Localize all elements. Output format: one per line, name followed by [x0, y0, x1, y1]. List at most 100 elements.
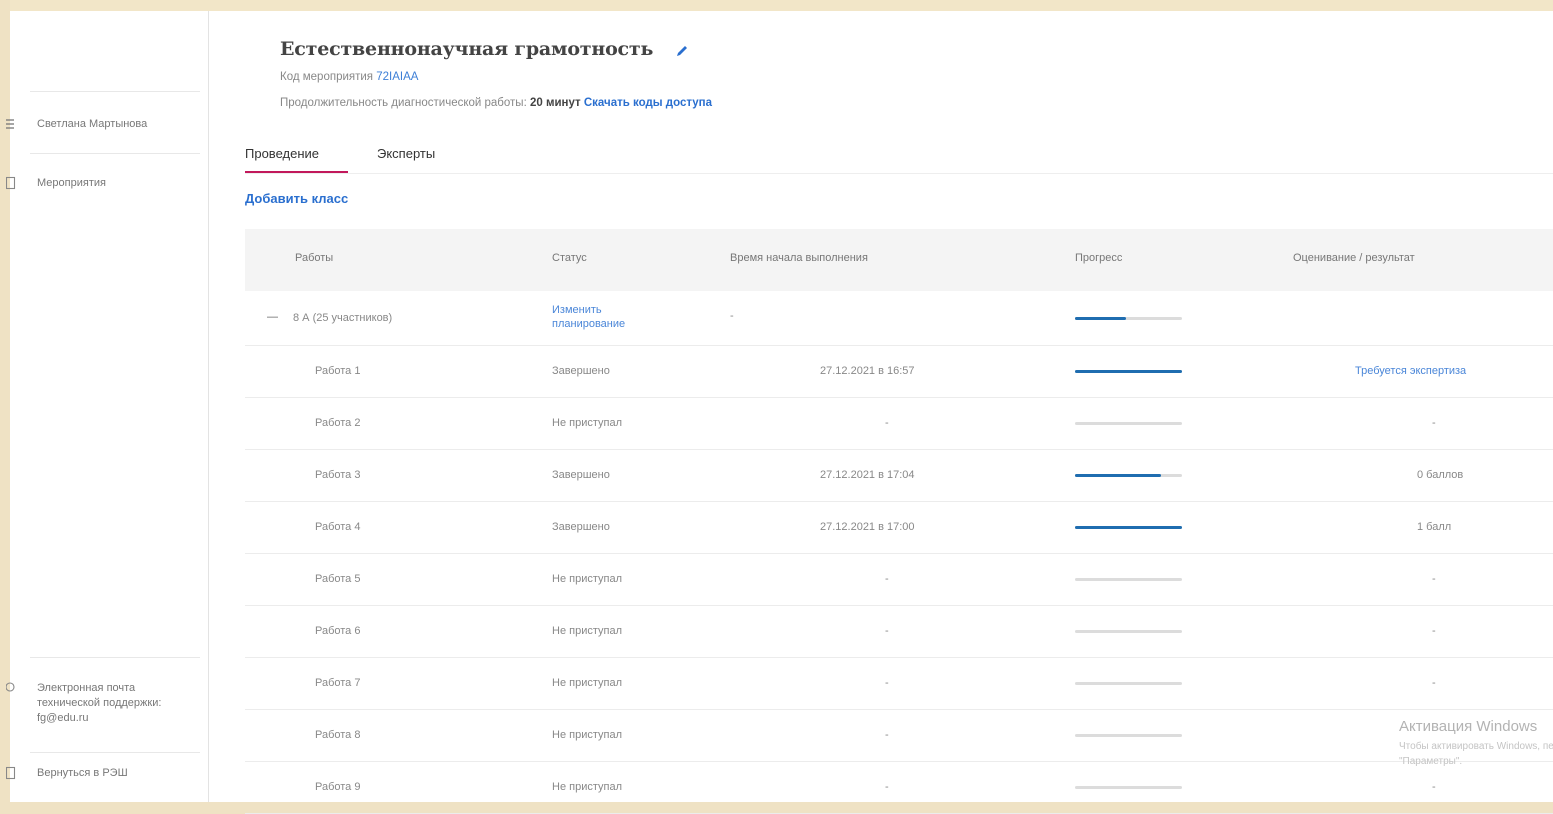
- sidebar-item-label: Мероприятия: [37, 177, 106, 189]
- progress-bar: [1075, 474, 1182, 477]
- result-value: -: [1432, 417, 1436, 429]
- progress-bar: [1075, 734, 1182, 737]
- event-code-line: Код мероприятия 72IAIAA: [280, 71, 418, 83]
- table-row[interactable]: Работа 7 Не приступал - -: [245, 658, 1553, 710]
- table-header: Работы Статус Время начала выполнения Пр…: [245, 229, 1553, 291]
- tabs-divider: [245, 173, 1553, 174]
- activation-watermark-line: "Параметры".: [1399, 756, 1463, 767]
- download-codes-link[interactable]: Скачать коды доступа: [584, 97, 712, 109]
- work-name: Работа 3: [315, 469, 361, 481]
- progress-fill: [1075, 317, 1127, 320]
- sidebar: Светлана Мартынова Мероприятия Электронн…: [6, 11, 209, 802]
- progress-bar: [1075, 578, 1182, 581]
- work-status: Не приступал: [552, 625, 622, 637]
- sidebar-divider: [30, 91, 200, 92]
- start-time: -: [730, 310, 734, 322]
- calendar-icon: [6, 176, 16, 190]
- table-row[interactable]: Работа 9 Не приступал - -: [245, 762, 1553, 814]
- progress-fill: [1075, 526, 1182, 529]
- work-status: Не приступал: [552, 417, 622, 429]
- work-status: Завершено: [552, 365, 610, 377]
- duration-value: 20 минут: [529, 97, 581, 109]
- work-name: Работа 4: [315, 521, 361, 533]
- duration-label: Продолжительность диагностической работы…: [280, 97, 527, 109]
- column-header: Работы: [295, 252, 334, 264]
- work-status: Не приступал: [552, 729, 622, 741]
- result-value: -: [1432, 625, 1436, 637]
- result-value: -: [1432, 677, 1436, 689]
- table-row[interactable]: Работа 8 Не приступал -: [245, 710, 1553, 762]
- start-time: 27.12.2021 в 16:57: [820, 365, 915, 377]
- start-time: -: [885, 677, 889, 689]
- result-value: -: [1432, 573, 1436, 585]
- work-name: Работа 7: [315, 677, 361, 689]
- start-time: 27.12.2021 в 17:04: [820, 469, 915, 481]
- page-title: Естественнонаучная грамотность: [280, 38, 654, 60]
- result-value: 0 баллов: [1417, 469, 1464, 481]
- main-content: Естественнонаучная грамотность Код мероп…: [209, 11, 1553, 814]
- result-value: -: [1432, 781, 1436, 793]
- sidebar-divider: [30, 153, 200, 154]
- event-code-label: Код мероприятия: [280, 71, 374, 83]
- progress-bar: [1075, 682, 1182, 685]
- work-name: Работа 6: [315, 625, 361, 637]
- result-value: 1 балл: [1417, 521, 1452, 533]
- back-icon: [6, 766, 16, 780]
- add-class-link[interactable]: Добавить класс: [245, 191, 348, 206]
- change-schedule-link[interactable]: Изменить планирование: [552, 303, 632, 331]
- work-status: Не приступал: [552, 573, 622, 585]
- table-row[interactable]: Работа 3 Завершено 27.12.2021 в 17:04 0 бал…: [245, 450, 1553, 502]
- progress-bar: [1075, 422, 1182, 425]
- start-time: -: [885, 729, 889, 741]
- mail-icon: [6, 682, 15, 692]
- table-row[interactable]: Работа 5 Не приступал - -: [245, 554, 1553, 606]
- work-status: Завершено: [552, 521, 610, 533]
- progress-bar: [1075, 786, 1182, 789]
- column-header: Статус: [552, 252, 587, 264]
- activation-watermark-line: Чтобы активировать Windows, перейдите в …: [1399, 741, 1553, 752]
- column-header: Время начала выполнения: [730, 252, 868, 264]
- column-header: Оценивание / результат: [1293, 252, 1415, 264]
- work-name: Работа 2: [315, 417, 361, 429]
- work-name: Работа 8: [315, 729, 361, 741]
- table-row[interactable]: Работа 2 Не приступал - -: [245, 398, 1553, 450]
- table-row[interactable]: Работа 6 Не приступал - -: [245, 606, 1553, 658]
- table-row-group[interactable]: — 8 А (25 участников) Изменить планирова…: [245, 291, 1553, 346]
- column-header: Прогресс: [1075, 252, 1123, 264]
- start-time: 27.12.2021 в 17:00: [820, 521, 915, 533]
- duration-line: Продолжительность диагностической работы…: [280, 97, 712, 109]
- page-frame-top: [0, 0, 1553, 11]
- work-status: Не приступал: [552, 677, 622, 689]
- table-row[interactable]: Работа 1 Завершено 27.12.2021 в 16:57 Требу…: [245, 346, 1553, 398]
- start-time: -: [885, 625, 889, 637]
- event-code-value[interactable]: 72IAIAA: [376, 71, 418, 83]
- start-time: -: [885, 573, 889, 585]
- sidebar-divider: [30, 657, 200, 658]
- progress-bar: [1075, 526, 1182, 529]
- progress-bar: [1075, 317, 1182, 320]
- tab-conduct[interactable]: Проведение: [245, 146, 319, 161]
- user-name: Светлана Мартынова: [37, 118, 148, 130]
- work-status: Завершено: [552, 469, 610, 481]
- support-text: Электронная почта технической поддержки:…: [37, 682, 162, 724]
- progress-bar: [1075, 630, 1182, 633]
- progress-fill: [1075, 474, 1161, 477]
- start-time: -: [885, 417, 889, 429]
- work-name: Работа 5: [315, 573, 361, 585]
- group-name: 8 А (25 участников): [293, 312, 393, 324]
- expertise-link[interactable]: Требуется экспертиза: [1355, 365, 1466, 377]
- work-status: Не приступал: [552, 781, 622, 793]
- work-name: Работа 1: [315, 365, 361, 377]
- table-row[interactable]: Работа 4 Завершено 27.12.2021 в 17:00 1 бал…: [245, 502, 1553, 554]
- activation-watermark-title: Активация Windows: [1399, 718, 1538, 735]
- sidebar-divider: [30, 752, 200, 753]
- progress-bar: [1075, 370, 1182, 373]
- sidebar-item-label: Вернуться в РЭШ: [37, 767, 128, 779]
- collapse-toggle[interactable]: —: [267, 311, 278, 323]
- start-time: -: [885, 781, 889, 793]
- tab-experts[interactable]: Эксперты: [377, 146, 435, 161]
- activation-watermark-text: Чтобы активировать Windows, перейдите в …: [1399, 739, 1553, 769]
- pencil-icon[interactable]: [675, 44, 689, 58]
- work-name: Работа 9: [315, 781, 361, 793]
- menu-icon: [6, 119, 14, 129]
